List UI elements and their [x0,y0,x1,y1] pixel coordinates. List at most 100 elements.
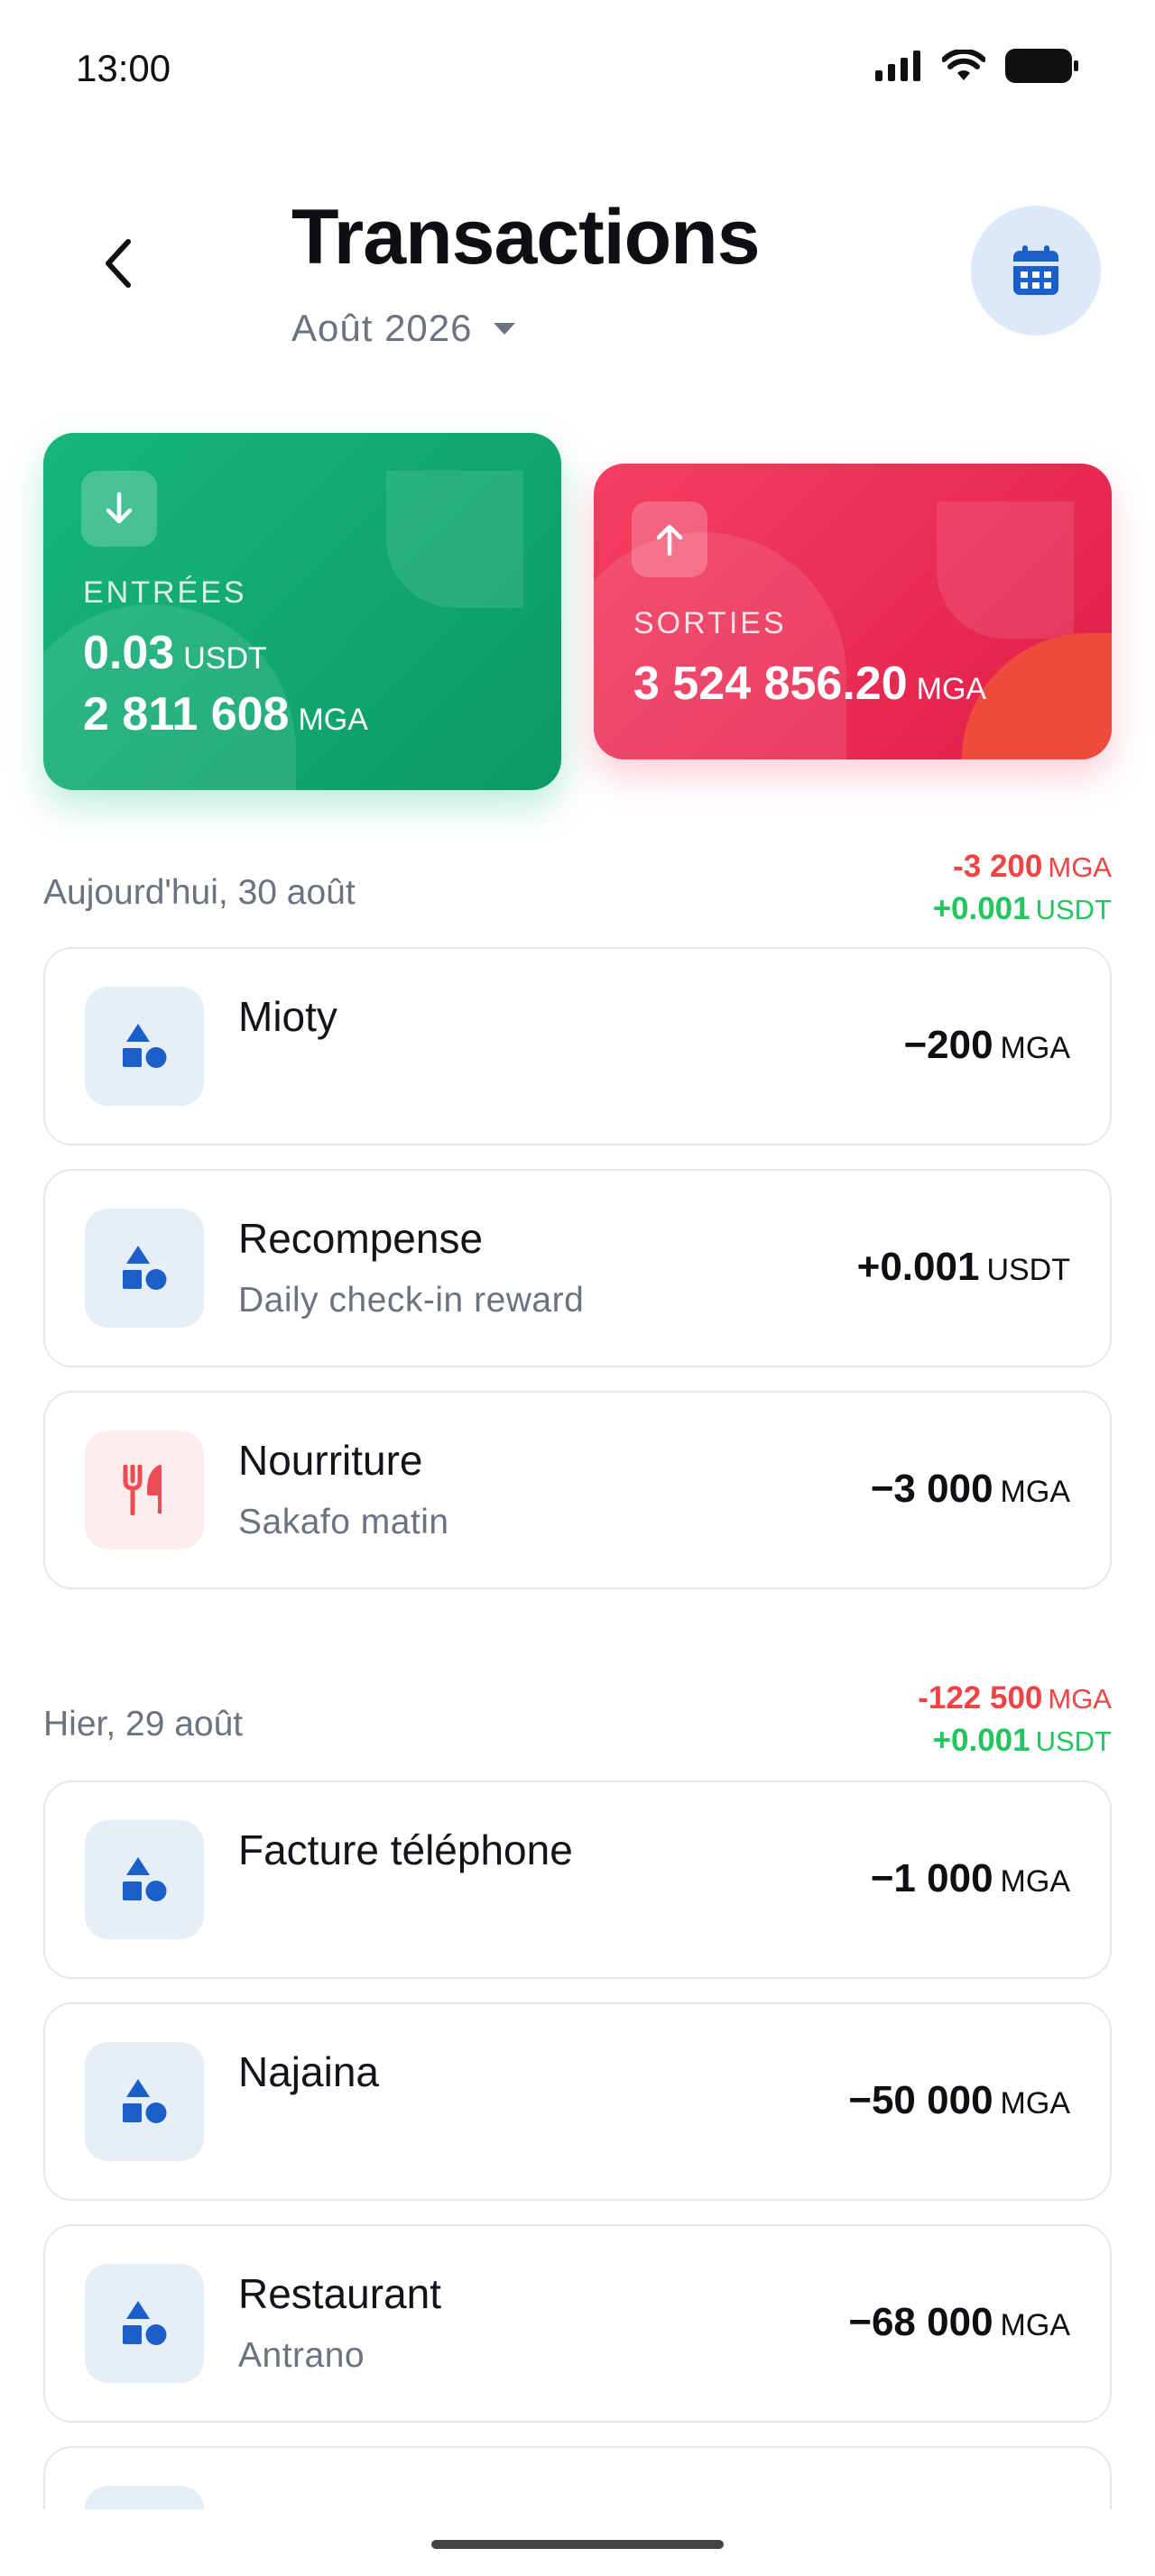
signal-icon [875,51,920,81]
transaction-amount-unit: MGA [1000,1475,1070,1509]
chevron-left-icon [106,239,131,288]
page-title: Transactions [291,194,761,281]
transaction-amount-unit: MGA [1000,1864,1070,1899]
transaction-row[interactable]: Mioty −200 MGA [43,947,1112,1145]
income-amount-mga: 2 811 608 MGA [83,687,368,741]
total-out-unit: MGA [1048,851,1112,883]
transaction-title: Facture téléphone [238,1826,573,1873]
section-totals: -122 500 MGA +0.001 USDT [918,1678,1112,1762]
category-icon-tile [85,1431,204,1550]
transaction-amount: −50 000 MGA [848,2078,1070,2123]
transaction-row[interactable]: Restaurant Antrano −68 000 MGA [43,2224,1112,2423]
wifi-icon [942,50,985,80]
expense-amount-unit: MGA [916,672,987,706]
category-icon-tile [85,2264,204,2383]
month-label: Août 2026 [291,307,473,349]
total-out-value: -122 500 [918,1680,1043,1716]
income-amount-usdt-value: 0.03 [83,627,175,679]
transaction-title: Nourriture [238,1437,423,1484]
shapes-icon [123,1246,167,1290]
category-icon-tile [85,2486,204,2509]
transaction-amount-value: −200 [903,1023,993,1067]
transaction-amount-unit: MGA [1000,2086,1070,2121]
transaction-row[interactable]: Facture téléphone −1 000 MGA [43,1780,1112,1979]
transaction-amount-value: +0.001 [856,1245,980,1289]
back-button[interactable] [90,235,148,292]
section-totals: -3 200 MGA +0.001 USDT [933,846,1112,931]
category-icon-tile [85,1209,204,1328]
list-clip [0,2446,1155,2509]
transaction-amount-unit: MGA [1000,2308,1070,2342]
card-decoration [937,501,1074,639]
transaction-amount-value: −50 000 [848,2078,993,2122]
expense-amount: 3 524 856.20 MGA [633,657,986,711]
header: Transactions Août 2026 [0,180,1155,388]
income-amount-mga-value: 2 811 608 [83,688,290,741]
card-decoration [386,471,523,608]
transaction-amount-unit: USDT [986,1253,1070,1287]
section-header-today: Aujourd'hui, 30 août -3 200 MGA +0.001 USD… [43,846,1112,936]
section-total-out: -3 200 MGA [933,846,1112,888]
battery-icon [1005,49,1078,83]
transaction-subtitle: Daily check-in reward [238,1281,585,1320]
total-in-unit: USDT [1035,894,1112,925]
transaction-amount: −3 000 MGA [871,1467,1070,1512]
transaction-title: Najaina [238,2048,379,2095]
transaction-title: Restaurant [238,2270,442,2317]
section-total-out: -122 500 MGA [918,1678,1112,1720]
calendar-icon [1013,245,1058,295]
expense-amount-value: 3 524 856.20 [633,658,908,710]
transaction-amount-value: −68 000 [848,2300,993,2344]
transaction-amount-value: −3 000 [870,1467,993,1511]
total-in-value: +0.001 [932,1723,1030,1758]
status-bar: 13:00 [0,0,1155,135]
total-in-value: +0.001 [932,891,1030,926]
section-date: Hier, 29 août [43,1705,244,1743]
expense-card-icon [632,501,707,577]
shapes-icon [123,1024,167,1068]
home-indicator [431,2540,724,2549]
arrow-up-icon [656,524,683,557]
total-out-value: -3 200 [953,849,1043,884]
category-icon-tile [85,2042,204,2161]
section-total-in: +0.001 USDT [933,888,1112,931]
shapes-icon [123,2079,167,2123]
transaction-amount: −200 MGA [903,1023,1070,1068]
transaction-row[interactable]: Najaina −50 000 MGA [43,2002,1112,2201]
income-card-icon [81,471,157,547]
transaction-subtitle: Sakafo matin [238,1503,449,1541]
arrow-down-icon [106,492,133,524]
expense-label: SORTIES [633,606,787,640]
income-amount-usdt-unit: USDT [183,641,267,676]
transaction-row[interactable]: Nourriture Sakafo matin −3 000 MGA [43,1391,1112,1589]
income-card[interactable]: ENTRÉES 0.03 USDT 2 811 608 MGA [43,433,561,790]
transaction-title: Recompense [238,1215,484,1262]
fork-knife-icon [123,1465,162,1515]
transaction-row[interactable]: Recompense Daily check-in reward +0.001 U… [43,1169,1112,1367]
section-header-yesterday: Hier, 29 août -122 500 MGA +0.001 USDT [43,1678,1112,1768]
section-total-in: +0.001 USDT [918,1720,1112,1762]
transaction-subtitle: Antrano [238,2336,365,2375]
income-amount-usdt: 0.03 USDT [83,626,267,680]
transaction-amount: +0.001 USDT [857,1245,1070,1290]
calendar-button[interactable] [971,206,1101,336]
status-time: 13:00 [76,47,171,89]
total-in-unit: USDT [1035,1725,1112,1757]
category-icon-tile [85,987,204,1106]
status-icons [875,49,1079,83]
transaction-row-partial[interactable] [43,2446,1112,2509]
section-date: Aujourd'hui, 30 août [43,873,356,912]
transaction-amount-unit: MGA [1000,1031,1070,1065]
shapes-icon [123,1857,167,1901]
caret-down-icon [493,323,515,335]
income-label: ENTRÉES [83,575,247,610]
transaction-title: Mioty [238,993,337,1040]
category-icon-tile [85,1820,204,1939]
income-amount-mga-unit: MGA [298,703,368,737]
transaction-amount-value: −1 000 [870,1856,993,1900]
expense-card[interactable]: SORTIES 3 524 856.20 MGA [594,464,1112,759]
shapes-icon [123,2301,167,2345]
month-selector[interactable]: Août 2026 [291,307,516,350]
transaction-amount: −68 000 MGA [848,2300,1070,2345]
total-out-unit: MGA [1048,1683,1112,1715]
